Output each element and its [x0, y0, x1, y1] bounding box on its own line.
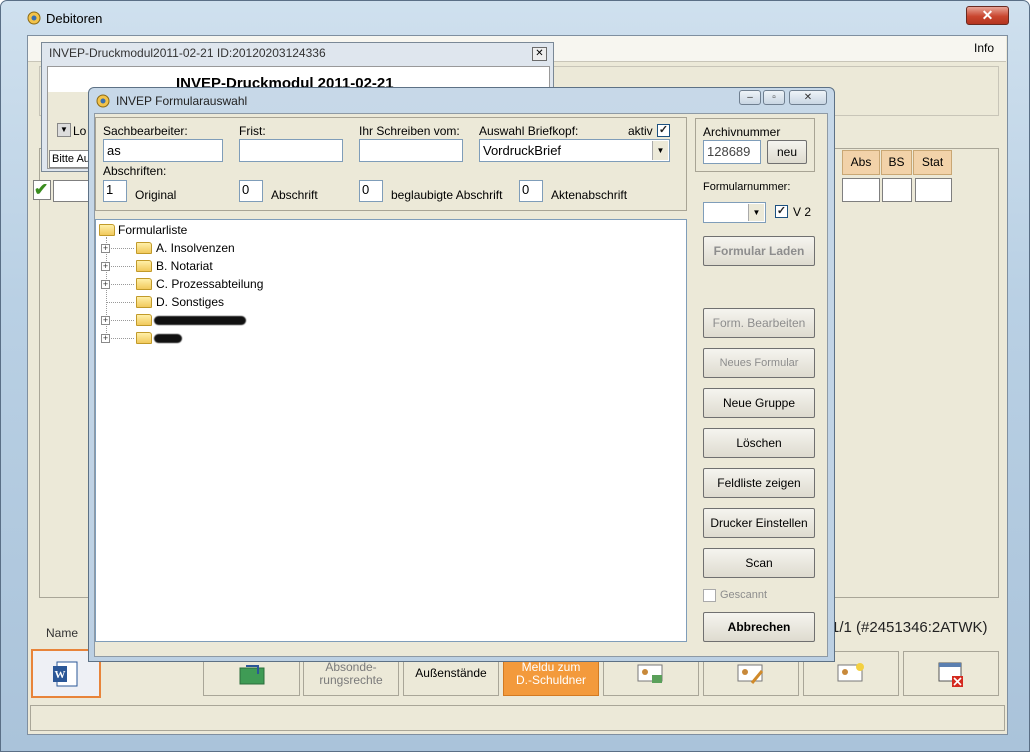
- checkmark-icon: ✔: [34, 180, 49, 199]
- archivnummer-input[interactable]: 128689: [703, 140, 761, 164]
- druckmodul-bitte-field: Bitte Au: [49, 150, 89, 168]
- record-info: 1/1 (#2451346:2ATWK): [831, 619, 988, 636]
- sachbearbeiter-input[interactable]: as: [103, 139, 223, 162]
- grid-cell[interactable]: [842, 178, 880, 202]
- chevron-down-icon: ▼: [748, 204, 764, 221]
- abschrift-count-input[interactable]: 0: [239, 180, 263, 202]
- folder-icon: [136, 314, 152, 326]
- grid-header-bs[interactable]: BS: [881, 150, 912, 175]
- maximize-button[interactable]: ▫: [763, 90, 785, 105]
- dropdown-arrow-icon[interactable]: ▼: [57, 123, 71, 137]
- neu-button[interactable]: neu: [767, 140, 807, 164]
- akten-label: Aktenabschrift: [551, 188, 628, 202]
- dialog-close-button[interactable]: ✕: [789, 90, 827, 105]
- loeschen-button[interactable]: Löschen: [703, 428, 815, 458]
- neue-gruppe-button[interactable]: Neue Gruppe: [703, 388, 815, 418]
- druckmodul-title: INVEP-Druckmodul2011-02-21 ID:2012020312…: [49, 46, 326, 60]
- folder-icon: [136, 260, 152, 272]
- word-icon: W: [53, 661, 78, 686]
- tree-line: [111, 320, 134, 321]
- abschriften-label: Abschriften:: [103, 164, 167, 178]
- frist-input[interactable]: [239, 139, 343, 162]
- tree-line: [111, 284, 134, 285]
- beglaubigte-label: beglaubigte Abschrift: [391, 188, 503, 202]
- folder-icon: [136, 332, 152, 344]
- id-card-new-icon: [837, 662, 864, 681]
- original-count-input[interactable]: 1: [103, 180, 127, 202]
- briefkopf-value: VordruckBrief: [483, 143, 562, 158]
- briefkopf-select[interactable]: VordruckBrief ▼: [479, 139, 670, 162]
- folder-icon: [136, 296, 152, 308]
- druckmodul-close-button[interactable]: ✕: [532, 47, 547, 61]
- tree-item-insolvenzen[interactable]: A. Insolvenzen: [156, 241, 235, 255]
- name-label: Name: [46, 626, 79, 640]
- expand-icon[interactable]: +: [101, 316, 110, 325]
- id-card-icon: [637, 664, 663, 683]
- minimize-button[interactable]: –: [739, 90, 761, 105]
- expand-icon[interactable]: +: [101, 334, 110, 343]
- expand-icon[interactable]: +: [101, 262, 110, 271]
- close-button[interactable]: ✕: [966, 6, 1009, 25]
- tree-line: [107, 302, 134, 303]
- redacted-label: [154, 316, 246, 325]
- sachbearbeiter-label: Sachbearbeiter:: [103, 124, 188, 138]
- gescannt-label: Gescannt: [720, 589, 768, 601]
- original-label: Original: [135, 188, 177, 202]
- dialog-title: INVEP Formularauswahl: [116, 94, 248, 108]
- folder-icon: [136, 278, 152, 290]
- grid-cell[interactable]: [53, 180, 89, 202]
- tree-line: [111, 266, 134, 267]
- folder-icon: [136, 242, 152, 254]
- tree-item-sonstiges[interactable]: D. Sonstiges: [156, 295, 224, 309]
- redacted-label: [154, 334, 182, 343]
- druckmodul-lo-label: Lo: [73, 124, 87, 138]
- form-bearbeiten-button[interactable]: Form. Bearbeiten: [703, 308, 815, 338]
- tree-item-notariat[interactable]: B. Notariat: [156, 259, 213, 273]
- status-bar: [30, 705, 1005, 731]
- beglaubigte-count-input[interactable]: 0: [359, 180, 383, 202]
- tree-root[interactable]: Formularliste: [118, 223, 187, 237]
- grid-header-abs[interactable]: Abs: [842, 150, 880, 175]
- v2-checkbox[interactable]: ✓: [775, 205, 788, 218]
- scan-button[interactable]: Scan: [703, 548, 815, 578]
- tree-item-prozessabteilung[interactable]: C. Prozessabteilung: [156, 277, 263, 291]
- id-card-edit-icon: [737, 664, 764, 684]
- grid-cell[interactable]: [915, 178, 952, 202]
- gescannt-checkbox[interactable]: [703, 589, 716, 602]
- briefkopf-label: Auswahl Briefkopf:: [479, 124, 579, 138]
- feldliste-button[interactable]: Feldliste zeigen: [703, 468, 815, 498]
- grid-cell[interactable]: [882, 178, 912, 202]
- tree-line: [111, 338, 134, 339]
- ihr-schreiben-input[interactable]: [359, 139, 463, 162]
- window-title: Debitoren: [46, 11, 103, 26]
- export-icon: [239, 664, 264, 684]
- folder-icon: [99, 224, 115, 236]
- formularnummer-label: Formularnummer:: [703, 181, 791, 193]
- menu-info[interactable]: Info: [974, 41, 994, 55]
- tree-line: [111, 248, 134, 249]
- akten-count-input[interactable]: 0: [519, 180, 543, 202]
- archivnummer-label: Archivnummer: [703, 125, 781, 139]
- expand-icon[interactable]: +: [101, 244, 110, 253]
- svg-text:W: W: [55, 669, 66, 681]
- close-window-button[interactable]: [903, 651, 999, 696]
- abschrift-label: Abschrift: [271, 188, 318, 202]
- aktiv-label: aktiv: [628, 124, 653, 138]
- drucker-einstellen-button[interactable]: Drucker Einstellen: [703, 508, 815, 538]
- formular-laden-button[interactable]: Formular Laden: [703, 236, 815, 266]
- ihr-schreiben-label: Ihr Schreiben vom:: [359, 124, 460, 138]
- grid-header-stat[interactable]: Stat: [913, 150, 952, 175]
- expand-icon[interactable]: +: [101, 280, 110, 289]
- neues-formular-button[interactable]: Neues Formular: [703, 348, 815, 378]
- app-icon: [96, 94, 110, 108]
- window-close-icon: [938, 662, 963, 687]
- chevron-down-icon: ▼: [652, 141, 668, 160]
- formularnummer-select[interactable]: ▼: [703, 202, 766, 223]
- aktiv-checkbox[interactable]: ✓: [657, 124, 670, 137]
- abbrechen-button[interactable]: Abbrechen: [703, 612, 815, 642]
- app-icon: [27, 11, 41, 25]
- frist-label: Frist:: [239, 124, 266, 138]
- v2-label: V 2: [793, 205, 812, 219]
